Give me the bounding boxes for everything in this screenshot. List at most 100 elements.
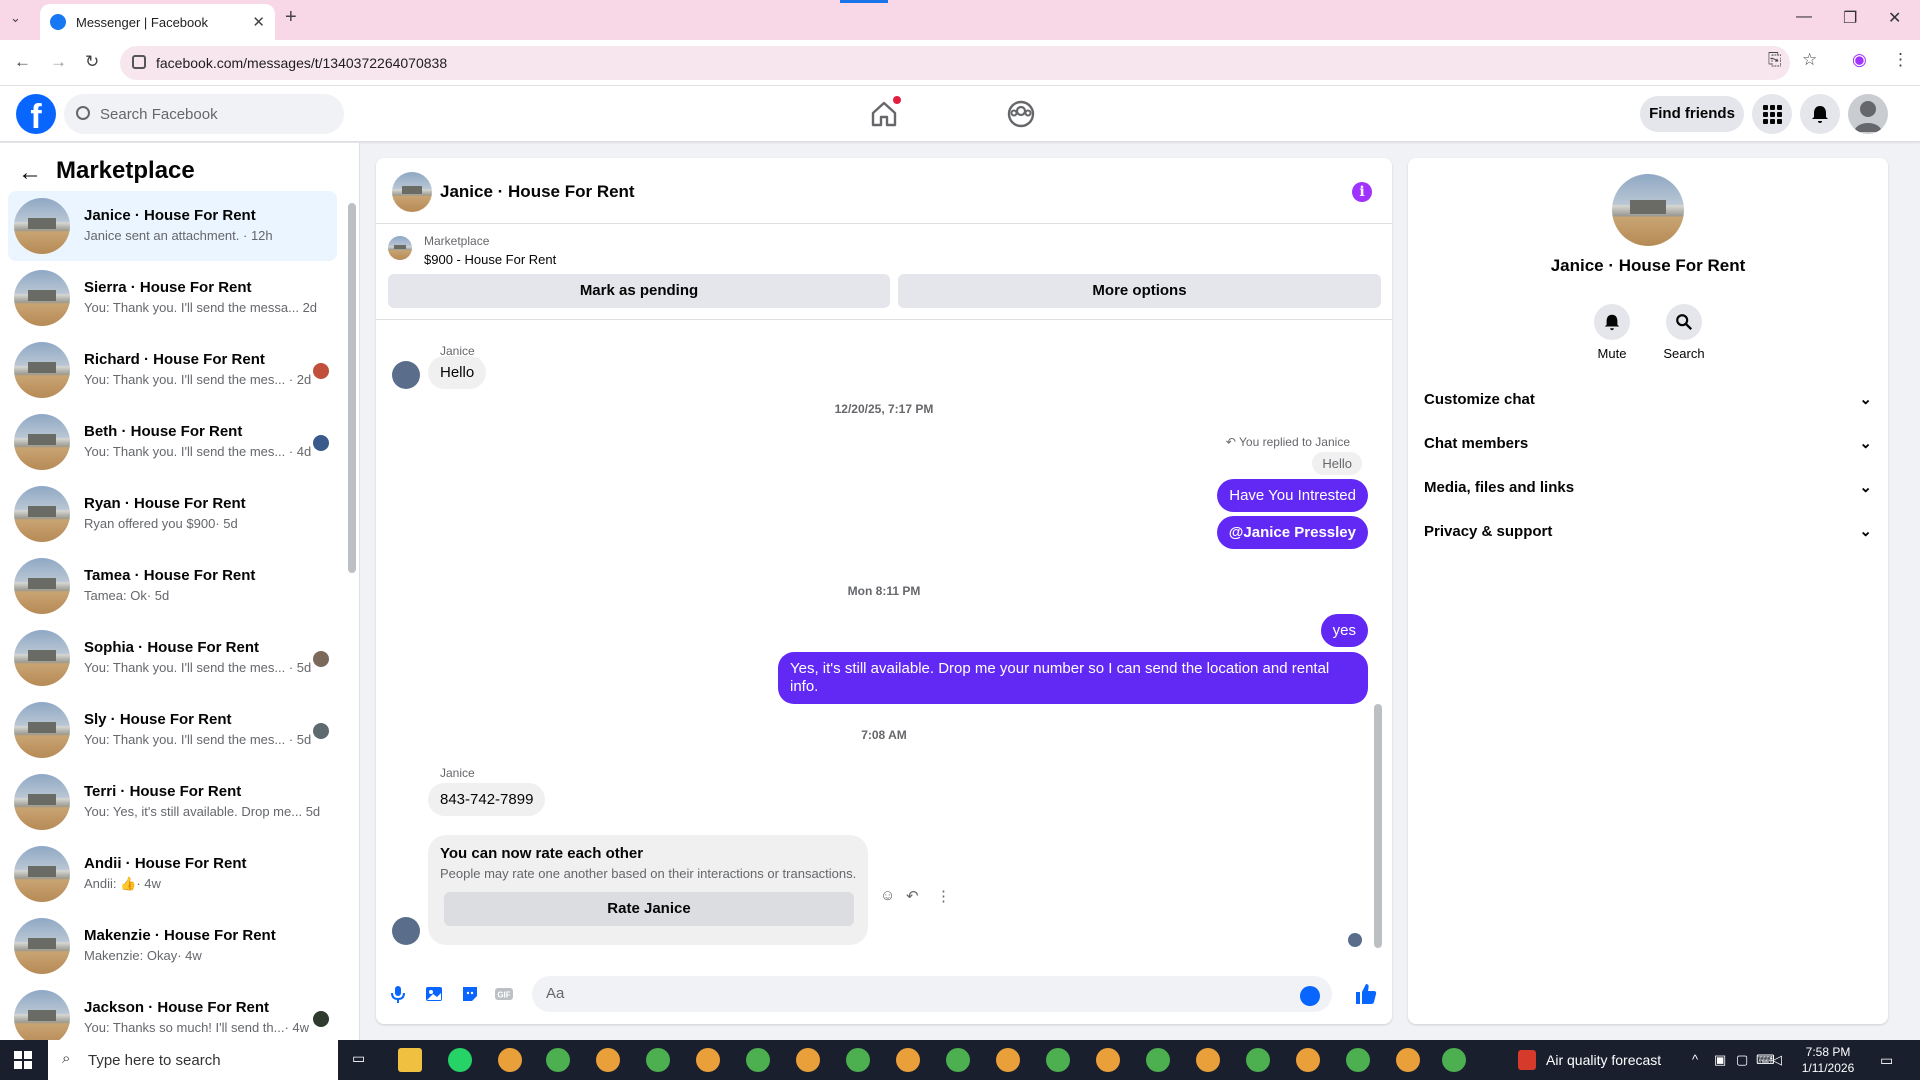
browser-menu-icon[interactable]: ⋮ <box>1892 50 1909 70</box>
profile-thumbnail[interactable] <box>1612 174 1684 246</box>
back-arrow-icon[interactable]: ← <box>18 159 42 187</box>
janice-avatar[interactable] <box>392 361 420 389</box>
browser-tab[interactable]: Messenger | Facebook ✕ <box>40 4 275 40</box>
chrome-icon[interactable] <box>1396 1048 1420 1072</box>
chrome-icon[interactable] <box>1046 1048 1070 1072</box>
close-tab-icon[interactable]: ✕ <box>252 13 265 31</box>
close-window-icon[interactable]: ✕ <box>1888 8 1901 28</box>
more-options-button[interactable]: More options <box>898 274 1381 308</box>
mark-pending-button[interactable]: Mark as pending <box>388 274 890 308</box>
conversation-item[interactable]: Sierra · House For Rent You: Thank you. … <box>8 263 337 333</box>
chrome-icon[interactable] <box>796 1048 820 1072</box>
find-friends-button[interactable]: Find friends <box>1640 96 1744 132</box>
chat-scrollbar[interactable] <box>1374 704 1382 948</box>
chat-title[interactable]: Janice · House For Rent <box>440 182 635 202</box>
mute-button[interactable]: Mute <box>1582 304 1642 361</box>
chrome-icon[interactable] <box>546 1048 570 1072</box>
chrome-icon[interactable] <box>646 1048 670 1072</box>
chrome-icon[interactable] <box>1296 1048 1320 1072</box>
conversation-item[interactable]: Andii · House For Rent Andii: 👍· 4w <box>8 839 337 909</box>
chrome-icon[interactable] <box>1146 1048 1170 1072</box>
conversation-item[interactable]: Makenzie · House For Rent Makenzie: Okay… <box>8 911 337 981</box>
chat-thumbnail[interactable] <box>392 172 432 212</box>
info-icon[interactable]: i <box>1352 182 1372 202</box>
restore-icon[interactable]: ❐ <box>1843 8 1857 28</box>
facebook-logo-icon[interactable]: f <box>16 94 56 134</box>
rate-janice-button[interactable]: Rate Janice <box>444 892 854 926</box>
emoji-icon[interactable] <box>1300 986 1320 1006</box>
chrome-icon[interactable] <box>498 1048 522 1072</box>
search-conversation-button[interactable]: Search <box>1654 304 1714 361</box>
outgoing-message-long[interactable]: Yes, it's still available. Drop me your … <box>778 652 1368 704</box>
install-app-icon[interactable]: ⎘ <box>1768 50 1782 70</box>
conversation-item[interactable]: Richard · House For Rent You: Thank you.… <box>8 335 337 405</box>
tray-arrow-icon[interactable]: ^ <box>1692 1052 1698 1067</box>
chrome-icon[interactable] <box>596 1048 620 1072</box>
more-actions-icon[interactable]: ⋮ <box>936 887 951 905</box>
thumbs-up-icon[interactable] <box>1354 982 1378 1006</box>
outgoing-message[interactable]: Have You Intrested <box>1217 479 1368 512</box>
back-icon[interactable]: ← <box>14 52 31 72</box>
message-input[interactable]: Aa <box>532 976 1332 1012</box>
sticker-icon[interactable] <box>460 984 480 1004</box>
facebook-search-input[interactable]: Search Facebook <box>64 94 344 134</box>
incoming-message[interactable]: Hello <box>428 356 487 389</box>
chrome-icon[interactable] <box>696 1048 720 1072</box>
reload-icon[interactable]: ↻ <box>85 52 99 72</box>
chrome-icon[interactable] <box>846 1048 870 1072</box>
conversation-item[interactable]: Beth · House For Rent You: Thank you. I'… <box>8 407 337 477</box>
site-info-icon[interactable] <box>132 55 146 69</box>
conversation-item[interactable]: Janice · House For Rent Janice sent an a… <box>8 191 337 261</box>
windows-start-icon[interactable] <box>14 1051 32 1069</box>
taskbar-clock[interactable]: 7:58 PM 1/11/2026 <box>1788 1044 1868 1076</box>
url-field[interactable]: facebook.com/messages/t/1340372264070838 <box>120 46 1790 80</box>
chrome-icon[interactable] <box>1442 1048 1466 1072</box>
conversation-item[interactable]: Sophia · House For Rent You: Thank you. … <box>8 623 337 693</box>
new-tab-icon[interactable]: + <box>285 6 297 29</box>
media-files-links-row[interactable]: Media, files and links ⌄ <box>1424 470 1872 506</box>
conversation-item[interactable]: Jackson · House For Rent You: Thanks so … <box>8 983 337 1040</box>
privacy-support-row[interactable]: Privacy & support ⌄ <box>1424 514 1872 550</box>
conversation-item[interactable]: Terri · House For Rent You: Yes, it's st… <box>8 767 337 837</box>
menu-grid-button[interactable] <box>1752 94 1792 134</box>
customize-chat-row[interactable]: Customize chat ⌄ <box>1424 382 1872 418</box>
conversation-item[interactable]: Ryan · House For Rent Ryan offered you $… <box>8 479 337 549</box>
chrome-icon[interactable] <box>746 1048 770 1072</box>
notification-center-icon[interactable]: ▭ <box>1880 1052 1893 1069</box>
chrome-icon[interactable] <box>1346 1048 1370 1072</box>
volume-icon[interactable]: ◁ <box>1772 1052 1782 1068</box>
conversation-item[interactable]: Sly · House For Rent You: Thank you. I'l… <box>8 695 337 765</box>
weather-widget[interactable]: Air quality forecast <box>1546 1052 1661 1068</box>
account-avatar[interactable] <box>1848 94 1888 134</box>
taskbar-search-input[interactable]: ⌕ Type here to search <box>48 1040 338 1080</box>
outgoing-message[interactable]: yes <box>1320 614 1368 647</box>
microphone-icon[interactable] <box>388 984 408 1004</box>
conversation-item[interactable]: Tamea · House For Rent Tamea: Ok· 5d <box>8 551 337 621</box>
chat-members-row[interactable]: Chat members ⌄ <box>1424 426 1872 462</box>
notifications-button[interactable] <box>1800 94 1840 134</box>
chrome-icon[interactable] <box>896 1048 920 1072</box>
gif-icon[interactable]: GIF <box>494 984 514 1004</box>
forward-icon[interactable]: → <box>50 52 67 72</box>
chrome-icon[interactable] <box>1096 1048 1120 1072</box>
task-view-icon[interactable]: ▭ <box>352 1050 365 1067</box>
profile-icon[interactable]: ◉ <box>1852 50 1867 70</box>
chrome-icon[interactable] <box>946 1048 970 1072</box>
file-explorer-icon[interactable] <box>398 1048 422 1072</box>
tab-search-icon[interactable]: ⌄ <box>10 10 21 26</box>
tray-device-icon[interactable]: ▢ <box>1736 1052 1748 1068</box>
sidebar-scrollbar[interactable] <box>348 203 356 573</box>
listing-title[interactable]: $900 - House For Rent <box>424 252 556 267</box>
photo-icon[interactable] <box>424 984 444 1004</box>
reply-icon[interactable]: ↶ <box>906 887 919 905</box>
chrome-icon[interactable] <box>1246 1048 1270 1072</box>
whatsapp-icon[interactable] <box>448 1048 472 1072</box>
chrome-icon[interactable] <box>996 1048 1020 1072</box>
chrome-icon[interactable] <box>1196 1048 1220 1072</box>
janice-avatar[interactable] <box>392 917 420 945</box>
incoming-message[interactable]: 843-742-7899 <box>428 783 546 816</box>
groups-icon[interactable] <box>1005 98 1037 130</box>
quoted-message[interactable]: Hello <box>1312 452 1362 475</box>
tray-app-icon[interactable]: ▣ <box>1714 1052 1726 1068</box>
bookmark-star-icon[interactable]: ☆ <box>1802 50 1817 70</box>
